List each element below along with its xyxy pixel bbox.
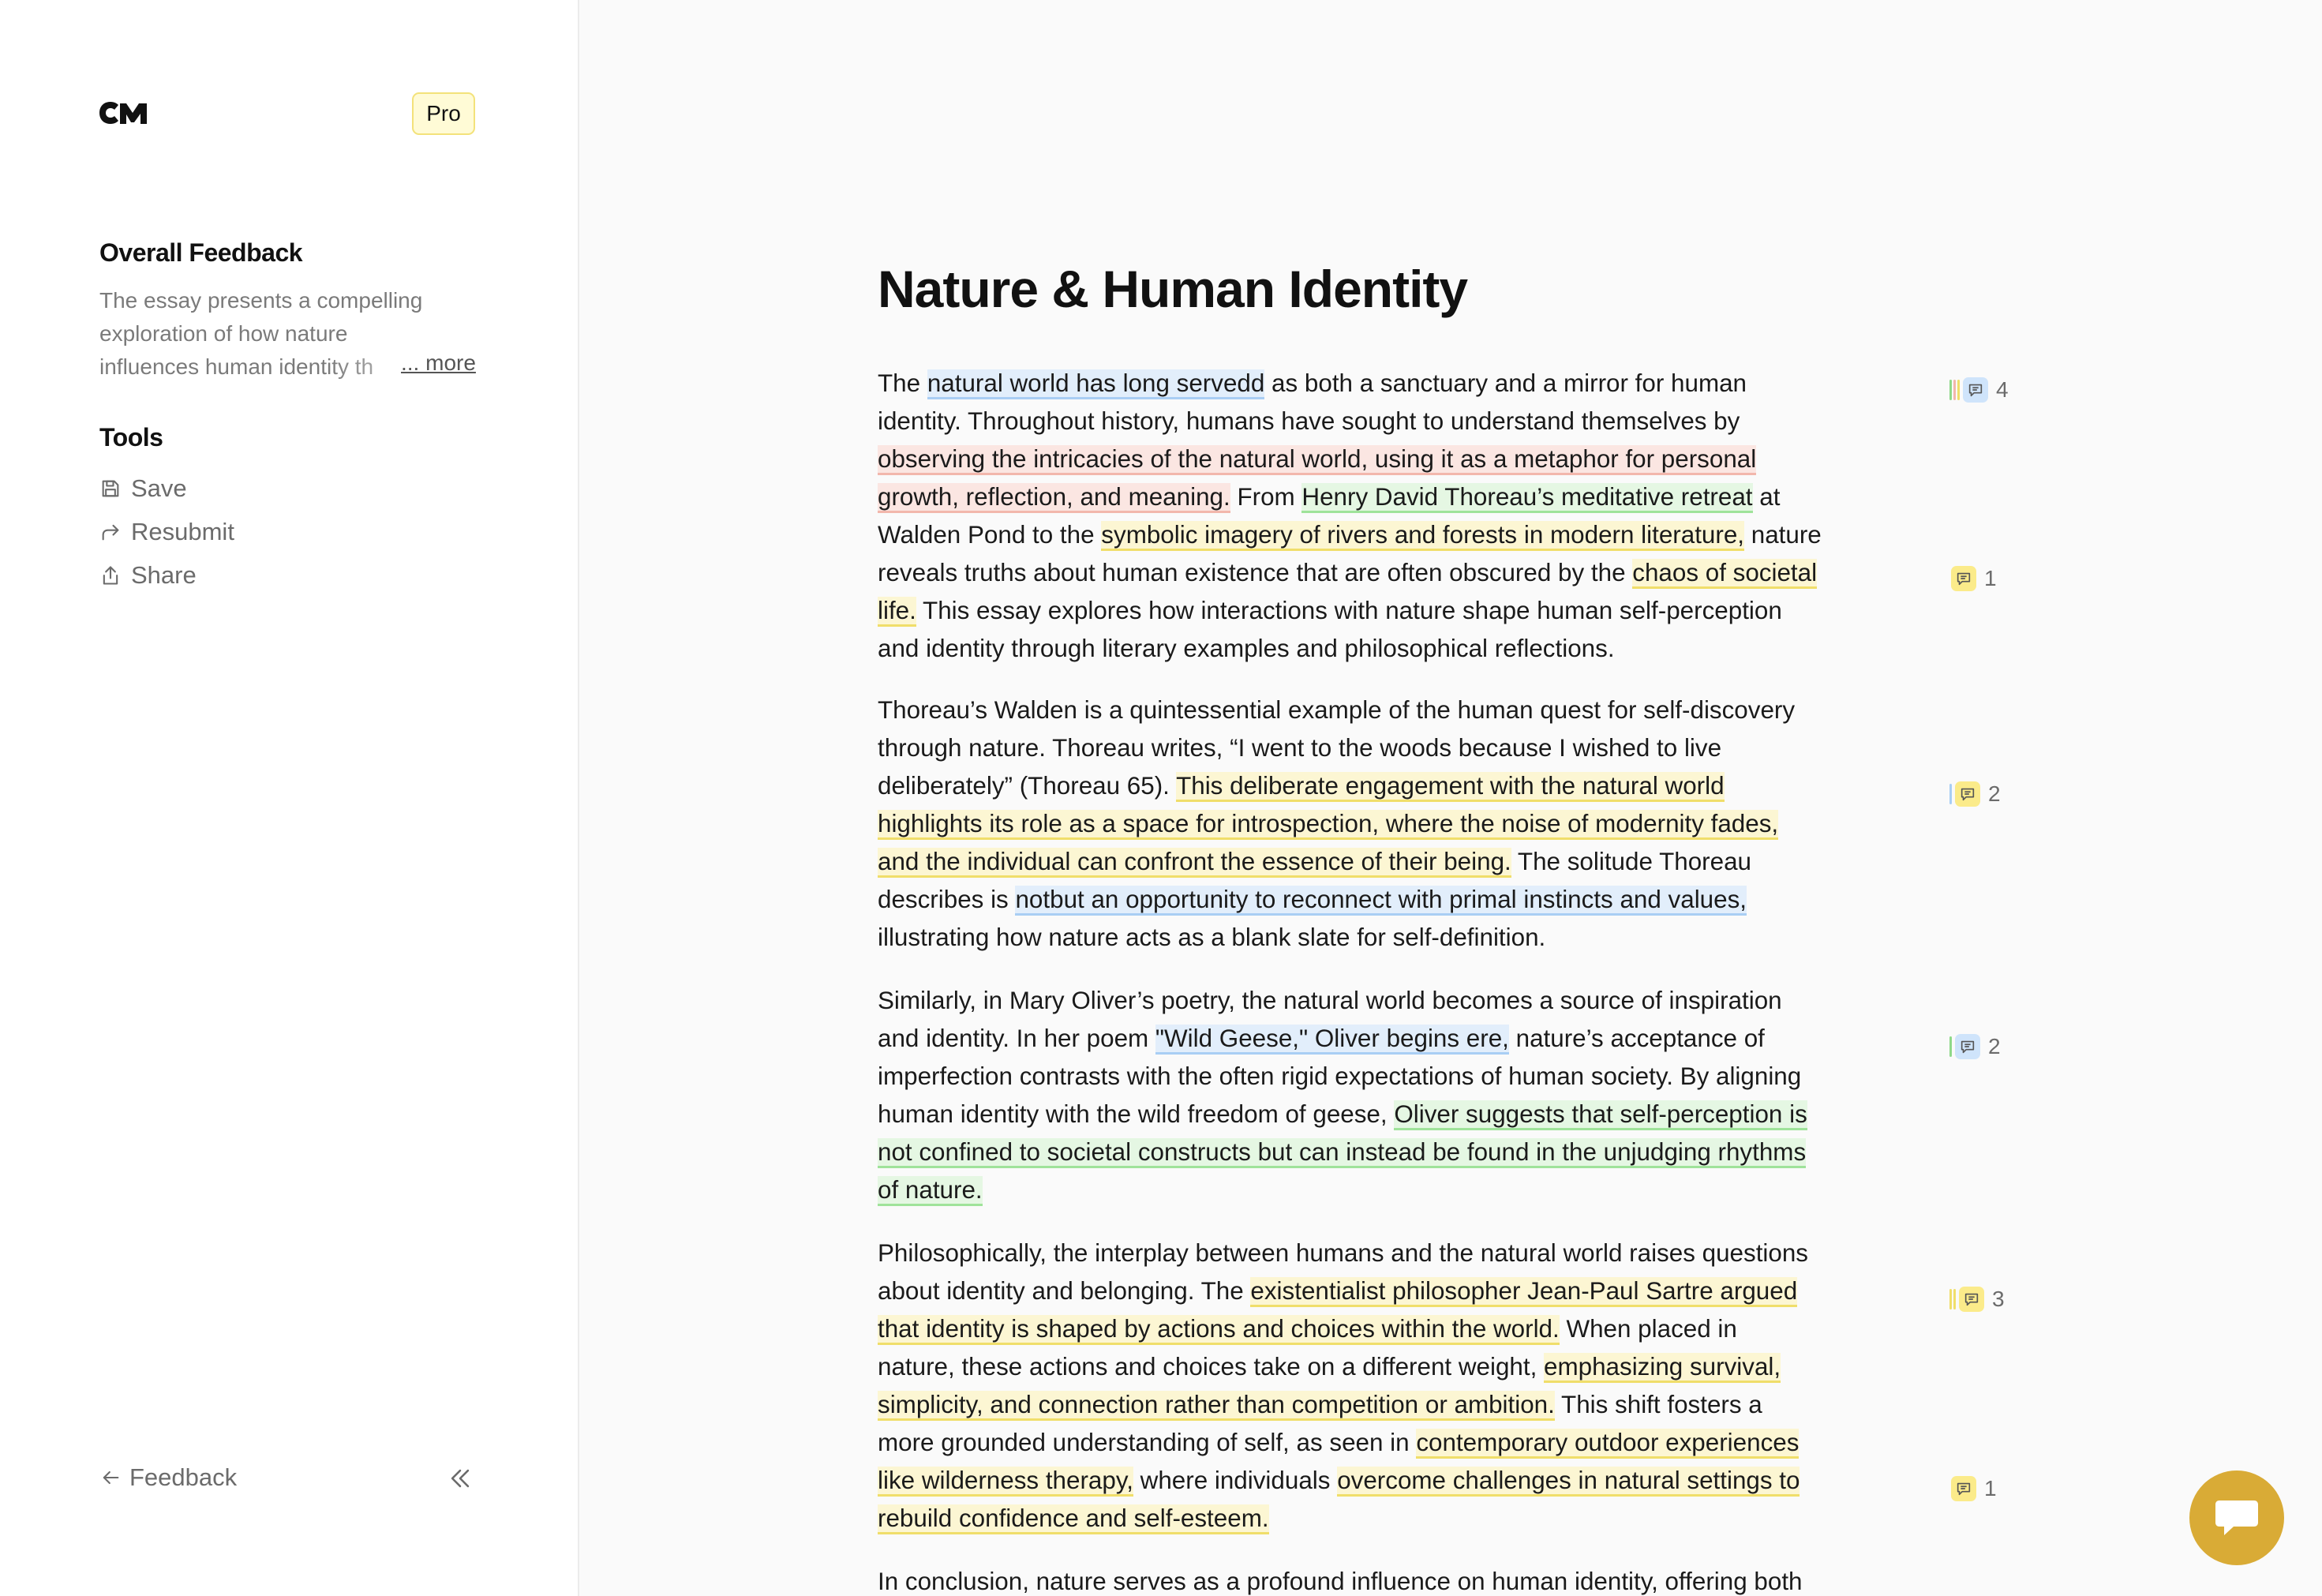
save-label: Save bbox=[131, 474, 187, 502]
highlight-green[interactable]: of nature. bbox=[878, 1176, 983, 1206]
highlight-yellow[interactable]: like wilderness therapy, bbox=[878, 1467, 1133, 1497]
paragraph-5: In conclusion, nature serves as a profou… bbox=[878, 1568, 1803, 1595]
feedback-label: Feedback bbox=[129, 1463, 238, 1491]
more-link[interactable]: ... more bbox=[398, 350, 476, 376]
comment-icon bbox=[1951, 566, 1976, 591]
paragraph-2: Thoreau’s Walden is a quintessential exa… bbox=[878, 696, 1796, 951]
marker-color-bars bbox=[1949, 783, 1953, 805]
highlight-yellow[interactable]: life. bbox=[878, 597, 916, 627]
highlight-green[interactable]: not confined to societal constructs but … bbox=[878, 1138, 1807, 1168]
double-chevron-left-icon[interactable] bbox=[447, 1465, 474, 1492]
highlight-yellow[interactable]: highlights its role as a space for intro… bbox=[878, 810, 1779, 840]
comment-count: 1 bbox=[1984, 1476, 1997, 1500]
comment-count: 1 bbox=[1984, 566, 1997, 590]
save-button[interactable]: Save bbox=[99, 474, 187, 503]
highlight-yellow[interactable]: simplicity, and connection rather than c… bbox=[878, 1391, 1555, 1421]
highlight-green[interactable]: Henry David Thoreau’s meditative retreat bbox=[1301, 483, 1753, 513]
tools-title: Tools bbox=[99, 423, 163, 451]
highlight-blue[interactable]: notbut an opportunity to reconnect with … bbox=[1015, 886, 1747, 916]
comment-icon bbox=[1959, 1287, 1984, 1312]
share-icon bbox=[103, 566, 118, 585]
highlight-yellow[interactable]: that identity is shaped by actions and c… bbox=[878, 1315, 1560, 1345]
summary-line: exploration of how nature bbox=[99, 321, 348, 346]
marker-color-bars bbox=[1949, 1036, 1953, 1058]
marker-color-bars bbox=[1949, 379, 1961, 401]
marker-color-bar bbox=[1957, 380, 1960, 400]
comment-count: 2 bbox=[1988, 781, 2001, 806]
highlight-blue[interactable]: natural world has long servedd bbox=[927, 369, 1265, 399]
highlight-yellow[interactable]: symbolic imagery of rivers and forests i… bbox=[1101, 521, 1745, 551]
chat-bubble-icon bbox=[2215, 1500, 2258, 1535]
document-title: Nature & Human Identity bbox=[878, 260, 1468, 318]
highlight-green[interactable]: Oliver suggests that self-perception is bbox=[1394, 1100, 1807, 1130]
comment-marker[interactable]: 2 bbox=[1949, 1034, 2001, 1059]
marker-color-bars bbox=[1949, 1288, 1957, 1310]
highlight-red[interactable]: growth, reflection, and meaning. bbox=[878, 483, 1230, 513]
comment-marker[interactable]: 1 bbox=[1949, 566, 1997, 591]
paragraph-4: Philosophically, the interplay between h… bbox=[878, 1234, 1893, 1538]
highlight-blue[interactable]: "Wild Geese," Oliver begins ere, bbox=[1155, 1025, 1509, 1055]
highlight-yellow[interactable]: existentialist philosopher Jean-Paul Sar… bbox=[1250, 1277, 1798, 1307]
plan-badge: Pro bbox=[412, 92, 475, 135]
marker-color-bar bbox=[1953, 380, 1956, 400]
comment-icon bbox=[1955, 781, 1980, 807]
highlight-yellow[interactable]: emphasizing survival, bbox=[1544, 1353, 1781, 1383]
marker-color-bar bbox=[1949, 1036, 1952, 1057]
marker-color-bar bbox=[1949, 380, 1952, 400]
overall-feedback-title: Overall Feedback bbox=[99, 238, 303, 267]
comment-marker[interactable]: 2 bbox=[1949, 781, 2001, 807]
sidebar: Pro Overall Feedback The essay presents … bbox=[0, 0, 579, 1596]
highlight-yellow[interactable]: overcome challenges in natural settings … bbox=[1337, 1467, 1800, 1497]
redo-arrow-icon bbox=[102, 524, 119, 541]
comment-icon bbox=[1955, 1034, 1980, 1059]
marker-color-bar bbox=[1949, 1289, 1952, 1309]
summary-line: The essay presents a compelling bbox=[99, 288, 423, 313]
comment-marker[interactable]: 4 bbox=[1949, 377, 2009, 403]
comment-count: 2 bbox=[1988, 1034, 2001, 1058]
comment-count: 4 bbox=[1996, 377, 2009, 402]
share-button[interactable]: Share bbox=[99, 561, 197, 590]
highlight-yellow[interactable]: contemporary outdoor experiences bbox=[1416, 1429, 1800, 1459]
marker-color-bar bbox=[1953, 1289, 1956, 1309]
highlight-yellow[interactable]: This deliberate engagement with the natu… bbox=[1176, 772, 1725, 802]
paragraph-3: Similarly, in Mary Oliver’s poetry, the … bbox=[878, 982, 1893, 1209]
comment-icon bbox=[1963, 377, 1988, 403]
comment-marker[interactable]: 3 bbox=[1949, 1287, 2005, 1312]
highlight-yellow[interactable]: rebuild confidence and self-esteem. bbox=[878, 1504, 1269, 1534]
save-icon bbox=[102, 480, 119, 497]
chat-button[interactable] bbox=[2189, 1470, 2284, 1565]
resubmit-label: Resubmit bbox=[131, 518, 234, 545]
resubmit-button[interactable]: Resubmit bbox=[99, 518, 234, 546]
feedback-back-button[interactable]: Feedback bbox=[99, 1463, 237, 1492]
paragraph-1: The natural world has long servedd as bo… bbox=[878, 369, 1822, 662]
highlight-yellow[interactable]: and the individual can confront the esse… bbox=[878, 848, 1511, 878]
arrow-left-icon bbox=[103, 1470, 119, 1485]
cm-logo[interactable] bbox=[98, 99, 150, 126]
comment-icon bbox=[1951, 1476, 1976, 1501]
comment-marker[interactable]: 1 bbox=[1949, 1476, 1997, 1501]
marker-color-bar bbox=[1949, 784, 1952, 804]
comment-count: 3 bbox=[1992, 1287, 2005, 1311]
highlight-yellow[interactable]: chaos of societal bbox=[1632, 559, 1818, 589]
share-label: Share bbox=[131, 561, 197, 589]
highlight-red[interactable]: observing the intricacies of the natural… bbox=[878, 445, 1757, 475]
